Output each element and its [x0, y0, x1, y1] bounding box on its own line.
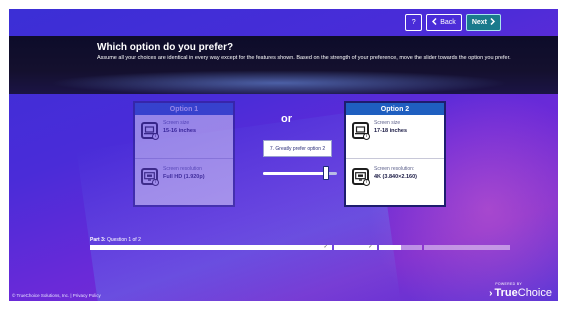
chevron-left-icon: [432, 17, 437, 27]
next-button[interactable]: Next: [465, 14, 501, 31]
progress-segment-part-2: ✓: [333, 244, 377, 250]
option-2-card[interactable]: Option 2 i Screen size 17-18 inches i Sc…: [344, 101, 446, 207]
card-divider: [135, 158, 233, 159]
option-1-card[interactable]: Option 1 i Screen size 15-16 inches i Sc…: [133, 101, 235, 207]
progress-label: Part 3: Question 1 of 2: [90, 237, 141, 243]
attribute-label: Screen size: [163, 120, 190, 126]
check-icon: ✓: [368, 244, 373, 250]
option-2-attribute-screen-size: i Screen size 17-18 inches: [350, 118, 442, 148]
attribute-value: 4K (3.840×2.160): [374, 174, 417, 180]
check-icon: ✓: [323, 244, 328, 250]
preference-display: 7. Greatly prefer option 2: [263, 140, 332, 157]
monitor-icon: i: [141, 168, 159, 186]
attribute-label: Screen resolution:: [374, 166, 415, 172]
back-button-label: Back: [440, 19, 456, 26]
info-icon[interactable]: i: [152, 133, 159, 140]
next-button-label: Next: [471, 19, 487, 26]
attribute-label: Screen size: [374, 120, 401, 126]
attribute-value: Full HD (1.920p): [163, 174, 205, 180]
help-button[interactable]: ?: [405, 14, 423, 31]
chevron-right-icon: [490, 17, 496, 27]
option-1-attribute-screen-size: i Screen size 15-16 inches: [139, 118, 231, 148]
banner-glow: [49, 70, 509, 94]
back-button[interactable]: Back: [426, 14, 462, 31]
laptop-icon: i: [352, 122, 370, 140]
preference-slider[interactable]: [263, 166, 337, 180]
progress-bar: ✓ ✓: [90, 244, 510, 250]
question-counter: Question 1 of 2: [106, 237, 141, 243]
progress-segment-fill: [378, 245, 401, 250]
or-label: or: [281, 113, 292, 125]
footer-copyright[interactable]: © TrueChoice Solutions, Inc. | Privacy P…: [12, 293, 101, 298]
truechoice-logo: POWERED BY › TrueChoice: [489, 282, 552, 299]
monitor-icon: i: [352, 168, 370, 186]
question-instructions: Assume all your choices are identical in…: [97, 55, 511, 61]
laptop-icon: i: [141, 122, 159, 140]
card-divider: [346, 158, 444, 159]
brand-chevron-icon: ›: [489, 288, 493, 299]
info-icon[interactable]: i: [363, 179, 370, 186]
help-button-label: ?: [411, 19, 416, 26]
option-2-title: Option 2: [346, 103, 444, 115]
question-banner: Which option do you prefer? Assume all y…: [9, 36, 558, 94]
option-2-attribute-resolution: i Screen resolution: 4K (3.840×2.160): [350, 164, 442, 194]
brand-name: TrueChoice: [494, 287, 552, 299]
progress-segment-part-1: ✓: [90, 244, 332, 250]
progress-segment-part-3: [378, 245, 423, 250]
slider-thumb[interactable]: [323, 166, 329, 180]
powered-by-label: POWERED BY: [495, 282, 522, 286]
top-toolbar: ? Back Next: [9, 9, 558, 36]
part-label: Part 3:: [90, 237, 106, 243]
option-1-attribute-resolution: i Screen resolution Full HD (1.920p): [139, 164, 231, 194]
info-icon[interactable]: i: [152, 179, 159, 186]
option-1-title: Option 1: [135, 103, 233, 115]
info-icon[interactable]: i: [363, 133, 370, 140]
progress-segment-part-4: [424, 245, 510, 250]
question-title: Which option do you prefer?: [97, 42, 234, 53]
attribute-label: Screen resolution: [163, 166, 202, 172]
attribute-value: 17-18 inches: [374, 128, 408, 134]
attribute-value: 15-16 inches: [163, 128, 197, 134]
survey-frame: ? Back Next Which option do you prefer? …: [9, 9, 558, 301]
slider-fill: [263, 172, 326, 175]
